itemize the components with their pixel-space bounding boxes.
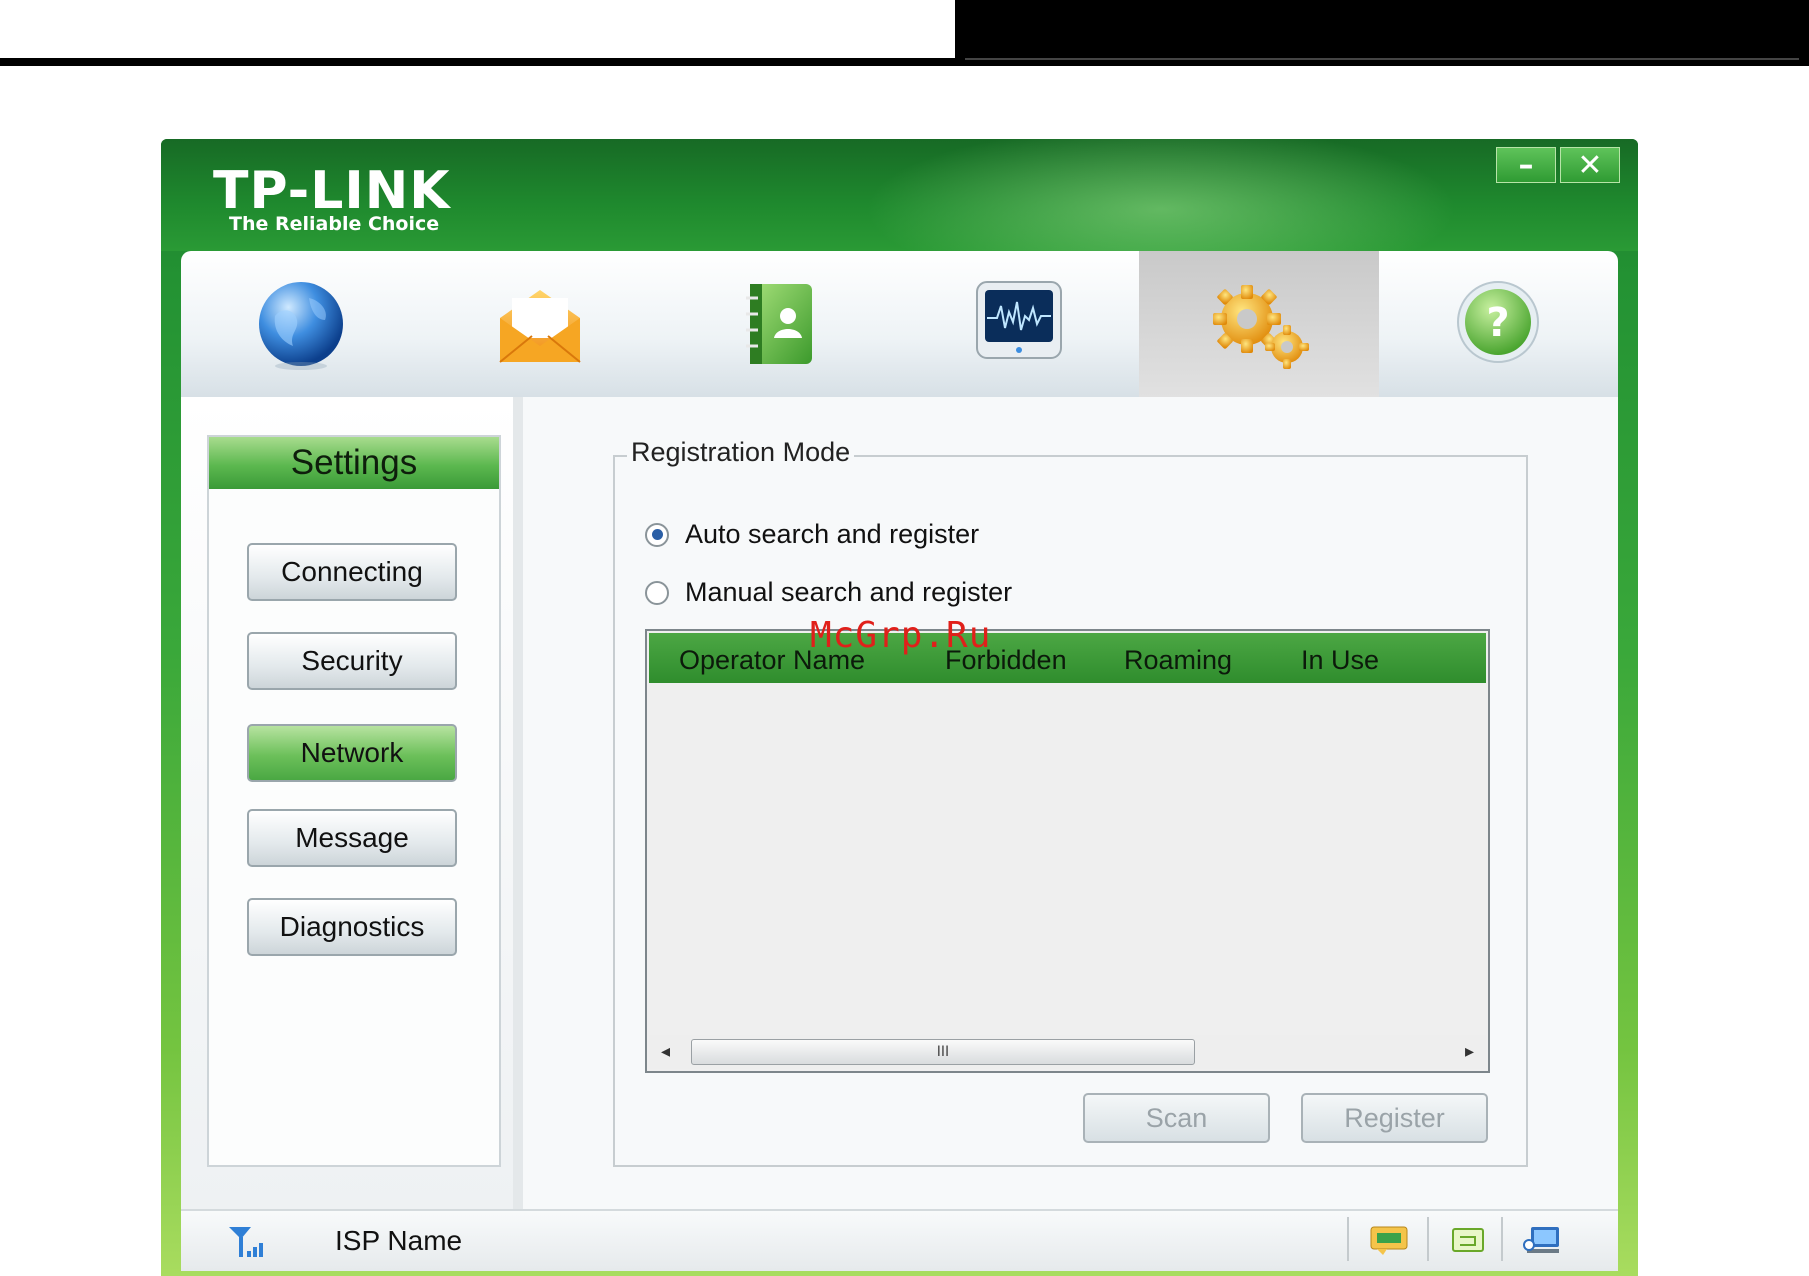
horizontal-scrollbar[interactable]: ◂ III ▸ <box>649 1035 1486 1069</box>
app-window: TP-LINK The Reliable Choice – ✕ ? Settin… <box>161 139 1638 1276</box>
scroll-right-arrow-icon[interactable]: ▸ <box>1465 1041 1474 1062</box>
watermark-text: McGrp.Ru <box>810 615 992 656</box>
tab-statistics[interactable] <box>900 251 1140 397</box>
registration-mode-legend: Registration Mode <box>627 437 855 468</box>
operator-table-header: Operator Name Forbidden Roaming In Use <box>649 633 1486 683</box>
tab-settings[interactable] <box>1139 251 1379 397</box>
manual-register-radio[interactable] <box>645 580 669 605</box>
sidebar-item-diagnostics[interactable]: Diagnostics <box>247 898 457 956</box>
tab-contacts[interactable] <box>660 251 900 397</box>
sidebar-title: Settings <box>209 437 499 489</box>
scroll-left-arrow-icon[interactable]: ◂ <box>661 1041 670 1062</box>
isp-name: ISP Name <box>335 1225 463 1256</box>
status-separator <box>1427 1217 1429 1261</box>
envelope-icon <box>499 290 581 363</box>
status-separator <box>1501 1217 1503 1261</box>
monitor-waveform-icon <box>976 281 1063 359</box>
contacts-book-icon <box>745 284 812 364</box>
auto-register-radio[interactable] <box>645 522 669 547</box>
settings-menu-box: Settings Connecting Security Network Mes… <box>207 435 501 1167</box>
sim-icon[interactable] <box>1451 1225 1485 1255</box>
sidebar-item-message[interactable]: Message <box>247 809 457 867</box>
register-button[interactable]: Register <box>1301 1093 1488 1143</box>
manual-register-option[interactable]: Manual search and register <box>645 577 1012 608</box>
title-bar: TP-LINK The Reliable Choice – ✕ <box>161 139 1638 251</box>
column-roaming[interactable]: Roaming <box>1124 645 1232 676</box>
tab-messages[interactable] <box>421 251 661 397</box>
content-area: Settings Connecting Security Network Mes… <box>181 397 1618 1209</box>
svg-text:?: ? <box>1487 300 1510 346</box>
close-button[interactable]: ✕ <box>1560 147 1620 183</box>
signal-strength-icon <box>229 1227 263 1257</box>
tab-help[interactable]: ? <box>1379 251 1619 397</box>
minimize-button[interactable]: – <box>1496 147 1556 183</box>
main-nav-bar: ? <box>181 251 1618 397</box>
tab-internet[interactable] <box>181 251 421 397</box>
sidebar-item-network[interactable]: Network <box>247 724 457 782</box>
help-question-icon: ? <box>1457 281 1540 363</box>
network-panel: Registration Mode Auto search and regist… <box>533 397 1618 1209</box>
status-separator <box>1347 1217 1349 1261</box>
sidebar-item-security[interactable]: Security <box>247 632 457 690</box>
sms-status-icon[interactable] <box>1369 1223 1409 1257</box>
page-header-rule <box>0 58 955 66</box>
network-connection-icon[interactable] <box>1521 1223 1561 1257</box>
settings-sidebar: Settings Connecting Security Network Mes… <box>181 397 523 1209</box>
status-bar: ISP Name <box>181 1209 1618 1271</box>
brand-tagline: The Reliable Choice <box>229 213 440 235</box>
scan-button[interactable]: Scan <box>1083 1093 1270 1143</box>
registration-mode-group: Registration Mode Auto search and regist… <box>613 437 1528 1167</box>
globe-icon <box>258 282 343 370</box>
brand-logo: TP-LINK <box>213 161 451 221</box>
scrollbar-thumb[interactable]: III <box>691 1039 1195 1065</box>
sidebar-item-connecting[interactable]: Connecting <box>247 543 457 601</box>
auto-register-option[interactable]: Auto search and register <box>645 519 979 550</box>
manual-register-label: Manual search and register <box>685 577 1013 607</box>
gears-icon <box>1212 285 1309 369</box>
operator-table: Operator Name Forbidden Roaming In Use ◂… <box>645 629 1490 1073</box>
page-header-block <box>955 0 1809 66</box>
auto-register-label: Auto search and register <box>685 519 980 549</box>
column-in-use[interactable]: In Use <box>1301 645 1379 676</box>
